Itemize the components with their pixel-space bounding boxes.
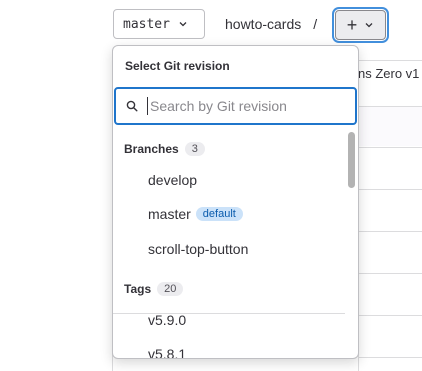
branch-selector-button[interactable]: master xyxy=(113,9,205,39)
breadcrumb: howto-cards / xyxy=(225,16,317,32)
table-row-divider xyxy=(358,357,422,358)
tags-count-badge: 20 xyxy=(157,282,184,296)
default-badge: default xyxy=(195,207,243,221)
branch-item-scroll-top-button[interactable]: scroll-top-button xyxy=(148,241,248,257)
branches-count-badge: 3 xyxy=(184,142,205,156)
tag-item-v5-8-1[interactable]: v5.8.1 xyxy=(148,346,186,358)
tag-item-v5-9-0[interactable]: v5.9.0 xyxy=(148,312,186,328)
table-row-divider xyxy=(358,189,422,190)
tags-label: Tags xyxy=(124,282,152,296)
table-row-divider xyxy=(358,60,422,61)
chevron-down-icon xyxy=(365,23,373,28)
revision-list: Branches 3 develop master default scroll… xyxy=(113,130,345,358)
table-row-divider xyxy=(358,147,422,148)
plus-icon: + xyxy=(346,15,358,35)
chevron-down-icon xyxy=(179,22,187,27)
search-box[interactable] xyxy=(114,87,357,125)
table-row-divider xyxy=(358,273,422,274)
branches-section-header: Branches 3 xyxy=(124,142,205,156)
search-icon xyxy=(126,100,138,112)
add-to-tree-button[interactable]: + xyxy=(335,10,386,40)
branch-selector-label: master xyxy=(123,16,170,32)
breadcrumb-project-link[interactable]: howto-cards xyxy=(225,16,301,32)
branches-label: Branches xyxy=(124,142,179,156)
table-row-divider xyxy=(358,315,422,316)
scrollbar-thumb[interactable] xyxy=(348,132,355,188)
table-row-divider xyxy=(358,231,422,232)
git-revision-dropdown: Select Git revision Branches 3 develop m… xyxy=(112,45,359,359)
dropdown-title: Select Git revision xyxy=(125,59,230,73)
branch-item-develop[interactable]: develop xyxy=(148,172,197,188)
search-input[interactable] xyxy=(147,97,352,115)
file-table-header-row xyxy=(358,106,422,146)
breadcrumb-separator: / xyxy=(313,16,318,32)
table-row-divider xyxy=(358,106,422,107)
tags-section-header: Tags 20 xyxy=(124,282,184,296)
branch-item-master[interactable]: master default xyxy=(148,206,243,222)
